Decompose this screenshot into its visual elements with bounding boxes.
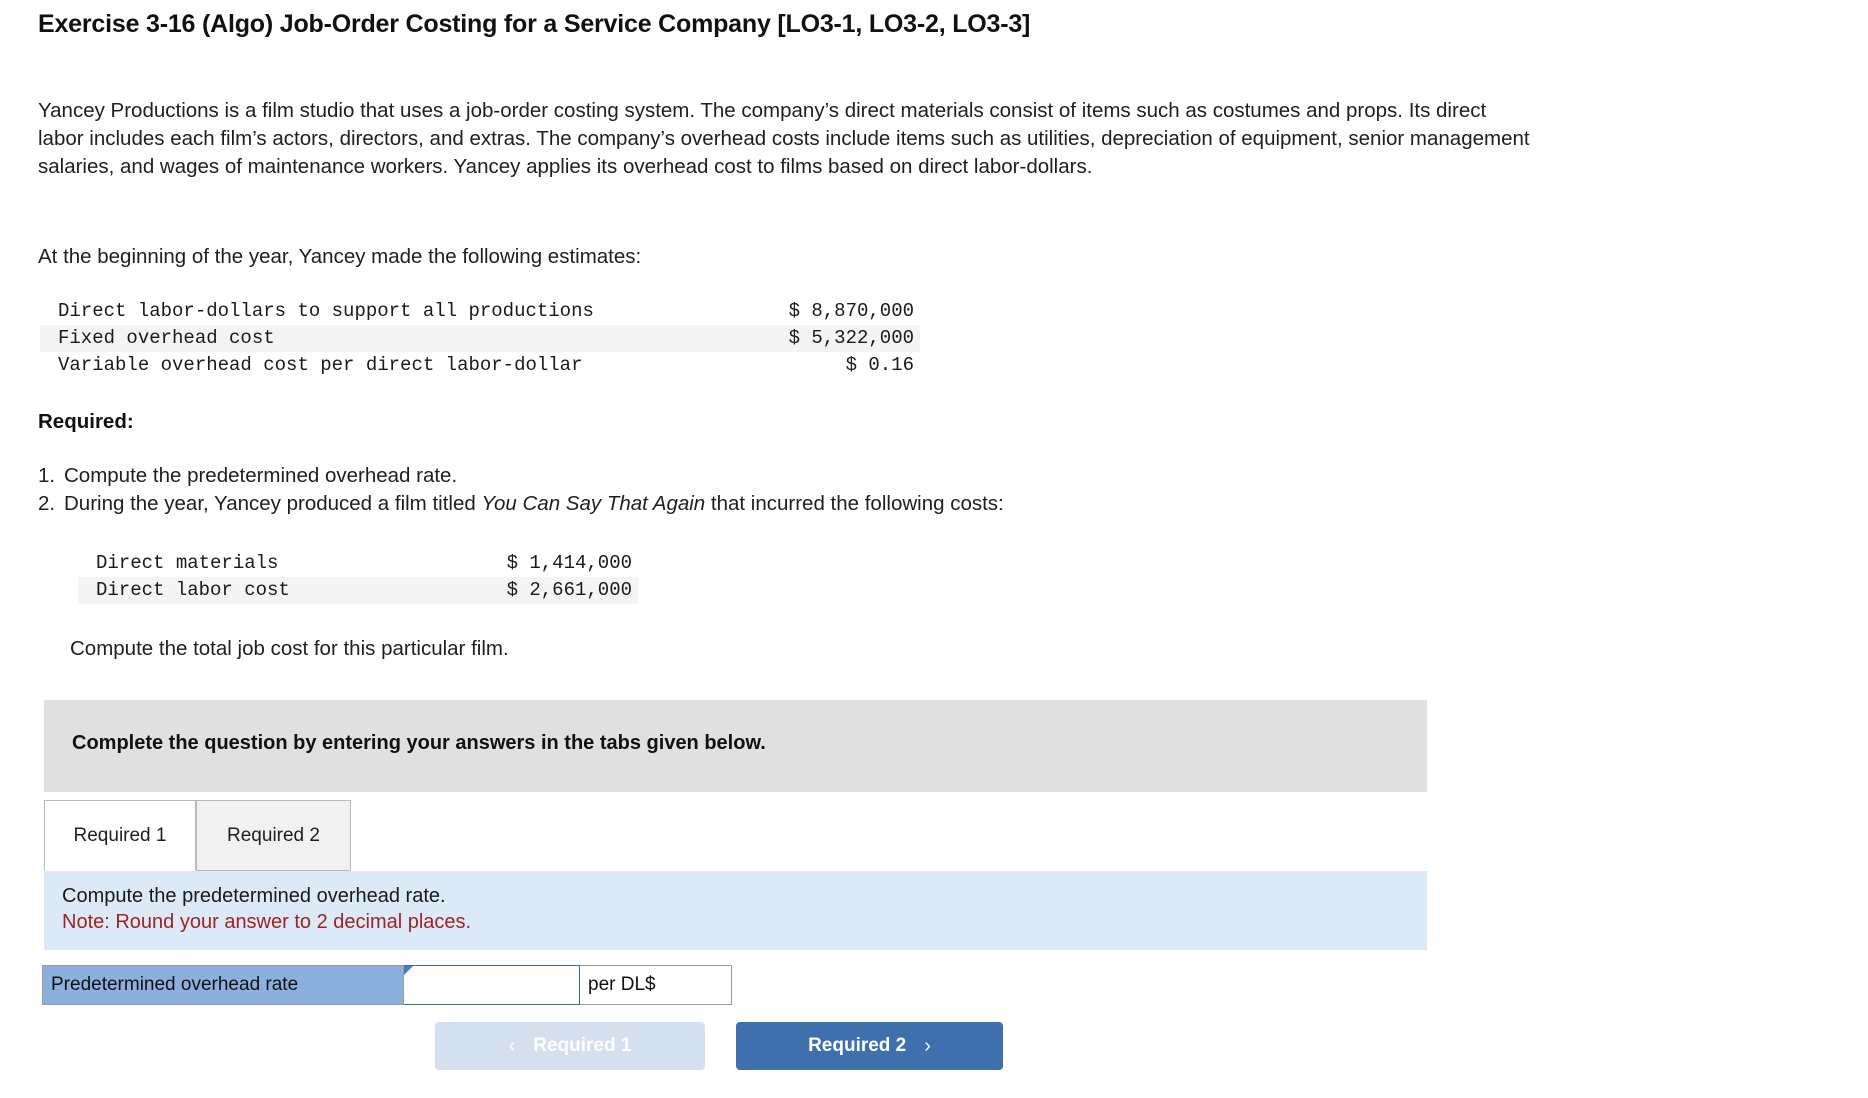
estimates-intro-text: At the beginning of the year, Yancey mad… (38, 245, 642, 268)
info-panel-note: Note: Round your answer to 2 decimal pla… (62, 911, 472, 933)
answer-row-unit: per DL$ (580, 965, 732, 1005)
next-required-2-label: Required 2 (808, 1035, 907, 1056)
job-costs-row-0-label: Direct materials (96, 552, 279, 574)
table-row: Direct labor cost $ 2,661,000 (78, 577, 638, 604)
previous-required-1-label: Required 1 (533, 1035, 632, 1056)
film-title: You Can Say That Again (481, 492, 706, 515)
chevron-right-icon: › (924, 1034, 931, 1057)
estimates-row-0-label: Direct labor-dollars to support all prod… (58, 300, 594, 322)
tab-required-2[interactable]: Required 2 (196, 800, 351, 871)
answer-row-label: Predetermined overhead rate (42, 965, 404, 1005)
cell-marker-triangle-icon (404, 966, 413, 975)
required-item-1-number: 2. (38, 492, 56, 515)
job-costs-table: Direct materials $ 1,414,000 Direct labo… (78, 550, 638, 604)
list-item: 1. Compute the predetermined overhead rat… (38, 462, 1004, 490)
tab-strip: Required 1 Required 2 (44, 800, 1427, 872)
required-item-1-text-before: During the year, Yancey produced a film … (64, 492, 482, 515)
required-item-0-number: 1. (38, 464, 56, 487)
job-costs-row-1-amount: $ 2,661,000 (506, 579, 632, 601)
estimates-row-2-amount: $ 0.16 (845, 354, 914, 376)
predetermined-overhead-rate-input[interactable] (404, 966, 579, 1004)
estimates-row-0-amount: $ 8,870,000 (788, 300, 914, 322)
table-row: Fixed overhead cost $ 5,322,000 (40, 325, 920, 352)
answer-input-cell[interactable] (404, 965, 580, 1005)
previous-required-1-button[interactable]: ‹ Required 1 (435, 1022, 705, 1070)
job-costs-row-1-label: Direct labor cost (96, 579, 290, 601)
estimates-table: Direct labor-dollars to support all prod… (40, 298, 920, 379)
table-row: Direct materials $ 1,414,000 (78, 550, 638, 577)
required-item-0-text: Compute the predetermined overhead rate. (64, 464, 458, 487)
tab-required-2-label: Required 2 (227, 824, 320, 846)
required-list: 1. Compute the predetermined overhead rat… (38, 462, 1004, 518)
tab-required-1-label: Required 1 (73, 824, 167, 846)
info-panel: Compute the predetermined overhead rate.… (44, 871, 1427, 950)
answer-row: Predetermined overhead rate per DL$ (42, 965, 732, 1005)
page-title: Exercise 3-16 (Algo) Job-Order Costing f… (38, 10, 1031, 38)
estimates-row-2-label: Variable overhead cost per direct labor-… (58, 354, 583, 376)
closing-instruction: Compute the total job cost for this part… (70, 637, 509, 660)
job-costs-row-0-amount: $ 1,414,000 (506, 552, 632, 574)
next-required-2-button[interactable]: Required 2 › (736, 1022, 1003, 1070)
table-row: Variable overhead cost per direct labor-… (40, 352, 920, 379)
estimates-row-1-amount: $ 5,322,000 (788, 327, 914, 349)
required-heading: Required: (38, 410, 134, 433)
required-item-1-text-after: that incurred the following costs: (705, 492, 1004, 515)
estimates-row-1-label: Fixed overhead cost (58, 327, 275, 349)
instruction-banner: Complete the question by entering your a… (44, 700, 1427, 792)
instruction-banner-text: Complete the question by entering your a… (72, 732, 766, 754)
intro-paragraph: Yancey Productions is a film studio that… (38, 99, 1530, 178)
chevron-left-icon: ‹ (508, 1034, 516, 1057)
exercise-page: Exercise 3-16 (Algo) Job-Order Costing f… (0, 0, 1868, 1098)
tab-required-1[interactable]: Required 1 (44, 800, 196, 871)
info-panel-instruction: Compute the predetermined overhead rate. (62, 885, 446, 907)
list-item: 2. During the year, Yancey produced a fil… (38, 490, 1004, 518)
table-row: Direct labor-dollars to support all prod… (40, 298, 920, 325)
